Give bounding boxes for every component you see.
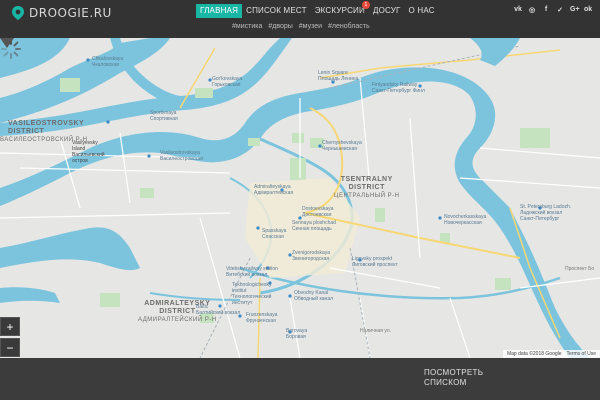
logo[interactable]: DROOGIE.RU (10, 4, 112, 22)
nav-item-excursions-label: ЭКСКУРСИИ (314, 6, 365, 15)
label-finlyandsky: Finlyandsky Railway Санкт-Петербург Финл (372, 82, 425, 94)
vk-icon[interactable]: vk (514, 6, 522, 14)
label-sennaya: Sennaya ploshchad Сенная площадь (292, 220, 336, 232)
tag-muzei[interactable]: #музеи (299, 23, 322, 30)
nav-item-excursions[interactable]: ЭКСКУРСИИ 1 (311, 1, 370, 18)
instagram-icon[interactable]: ◎ (528, 6, 536, 14)
label-ligovsky: Ligovsky prospekt Лиговский проспект (352, 256, 398, 268)
bottom-bar: ПОСМОТРЕТЬ СПИСКОМ (0, 358, 600, 400)
nav-item-places-list[interactable]: СПИСОК МЕСТ (242, 4, 311, 18)
label-tekhnologichesky: Tekhnologichesky institut Технологически… (232, 282, 272, 306)
label-gorkovskaya: Gor'kovskaya Горьковская (212, 76, 243, 88)
label-spasskaya: Spasskaya Спасская (262, 228, 287, 240)
label-nalichnaya: Наличная ул. (360, 328, 392, 334)
label-obvodny: Obvodny Kanal Обводный канал (294, 290, 334, 302)
vasileostrovsky-district-en: VASILEOSTROVSKY DISTRICT (8, 120, 85, 135)
label-vasileostrovskaya: Vasileostrovskaya Василеостровская (160, 150, 204, 162)
main-nav: ГЛАВНАЯ СПИСОК МЕСТ ЭКСКУРСИИ 1 ДОСУГ О … (196, 1, 439, 18)
map-tiles (0, 38, 600, 358)
tag-dvory[interactable]: #дворы (268, 23, 292, 30)
label-baltic: Baltic Балтийский вокзал (196, 304, 241, 316)
admiralteysky-district-ru: АДМИРАЛТЕЙСКИЙ Р-Н (138, 317, 217, 323)
logo-pin-icon (12, 6, 24, 20)
label-lenin-square: Lenin Square Площадь Ленина (318, 70, 359, 82)
tag-lenoblast[interactable]: #ленобласть (328, 23, 370, 30)
nav-item-leisure[interactable]: ДОСУГ (369, 4, 405, 18)
tag-mistika[interactable]: #мистика (232, 23, 262, 30)
label-prospekt-bolshevikov: Проспект Бо (565, 266, 595, 272)
map-canvas[interactable]: Chkalovskaya Чкаловская Gor'kovskaya Гор… (0, 38, 600, 358)
label-dostoevskaya: Dostoevskaya Достоевская (302, 206, 334, 218)
label-vitebsky: Vitebsky railway station Витебский вокза… (226, 266, 278, 278)
twitter-icon[interactable]: ✓ (556, 6, 564, 14)
tag-links: #мистика #дворы #музеи #ленобласть (232, 23, 370, 30)
label-admiralteyskaya: Admiralteyskaya Адмиралтейская (254, 184, 294, 196)
view-as-list-button[interactable]: ПОСМОТРЕТЬ СПИСКОМ (424, 368, 483, 388)
top-bar: DROOGIE.RU ГЛАВНАЯ СПИСОК МЕСТ ЭКСКУРСИИ… (0, 0, 600, 38)
label-sportivnaya: Sportivnaya Спортивная (150, 110, 178, 122)
loading-spinner-icon (1, 39, 21, 59)
label-zvenigorodskaya: Zvenigorodskaya Звенигородская (292, 250, 331, 262)
nav-item-home[interactable]: ГЛАВНАЯ (196, 4, 243, 18)
nav-item-about[interactable]: О НАС (405, 4, 439, 18)
terms-of-use-link[interactable]: Terms of Use (567, 351, 596, 357)
label-borovaya: Borovaya Боровая (286, 328, 308, 340)
map-data-credit: Map data ©2018 Google (506, 351, 562, 357)
google-plus-icon[interactable]: G+ (570, 6, 580, 14)
tsentralny-district-en: TSENTRALNY DISTRICT (340, 176, 393, 191)
odnoklassniki-icon[interactable]: ok (584, 6, 592, 14)
zoom-in-button[interactable]: + (0, 317, 20, 336)
label-vasilyevsky-island: Vasilyevsky Island Васильевский остров (72, 140, 105, 164)
label-novocherkasskaya: Novocherkasskaya Новочеркасская (444, 214, 487, 226)
view-as-list-label: ПОСМОТРЕТЬ СПИСКОМ (424, 368, 484, 387)
label-tsentralny-district: TSENTRALNY DISTRICT ЦЕНТРАЛЬНЫЙ Р-Н (334, 176, 400, 200)
zoom-controls: + − (0, 317, 20, 358)
logo-wordmark: DROOGIE.RU (29, 6, 112, 20)
social-links: vk ◎ f ✓ G+ ok (514, 6, 592, 14)
map-attribution: Map data ©2018 Google Terms of Use (502, 350, 600, 358)
label-frunzenskaya: Frunzenskaya Фрунзенская (246, 312, 278, 324)
label-chernyshevskaya: Chernyshevskaya Чернышевская (322, 140, 362, 152)
tsentralny-district-ru: ЦЕНТРАЛЬНЫЙ Р-Н (334, 193, 400, 199)
facebook-icon[interactable]: f (542, 6, 550, 14)
label-ladozhsky: St. Petersburg Ladozh. Ладожский вокзал … (520, 204, 572, 222)
label-chkalovskaya: Chkalovskaya Чкаловская (92, 56, 124, 68)
zoom-out-button[interactable]: − (0, 338, 20, 357)
excursions-badge: 1 (361, 1, 370, 9)
